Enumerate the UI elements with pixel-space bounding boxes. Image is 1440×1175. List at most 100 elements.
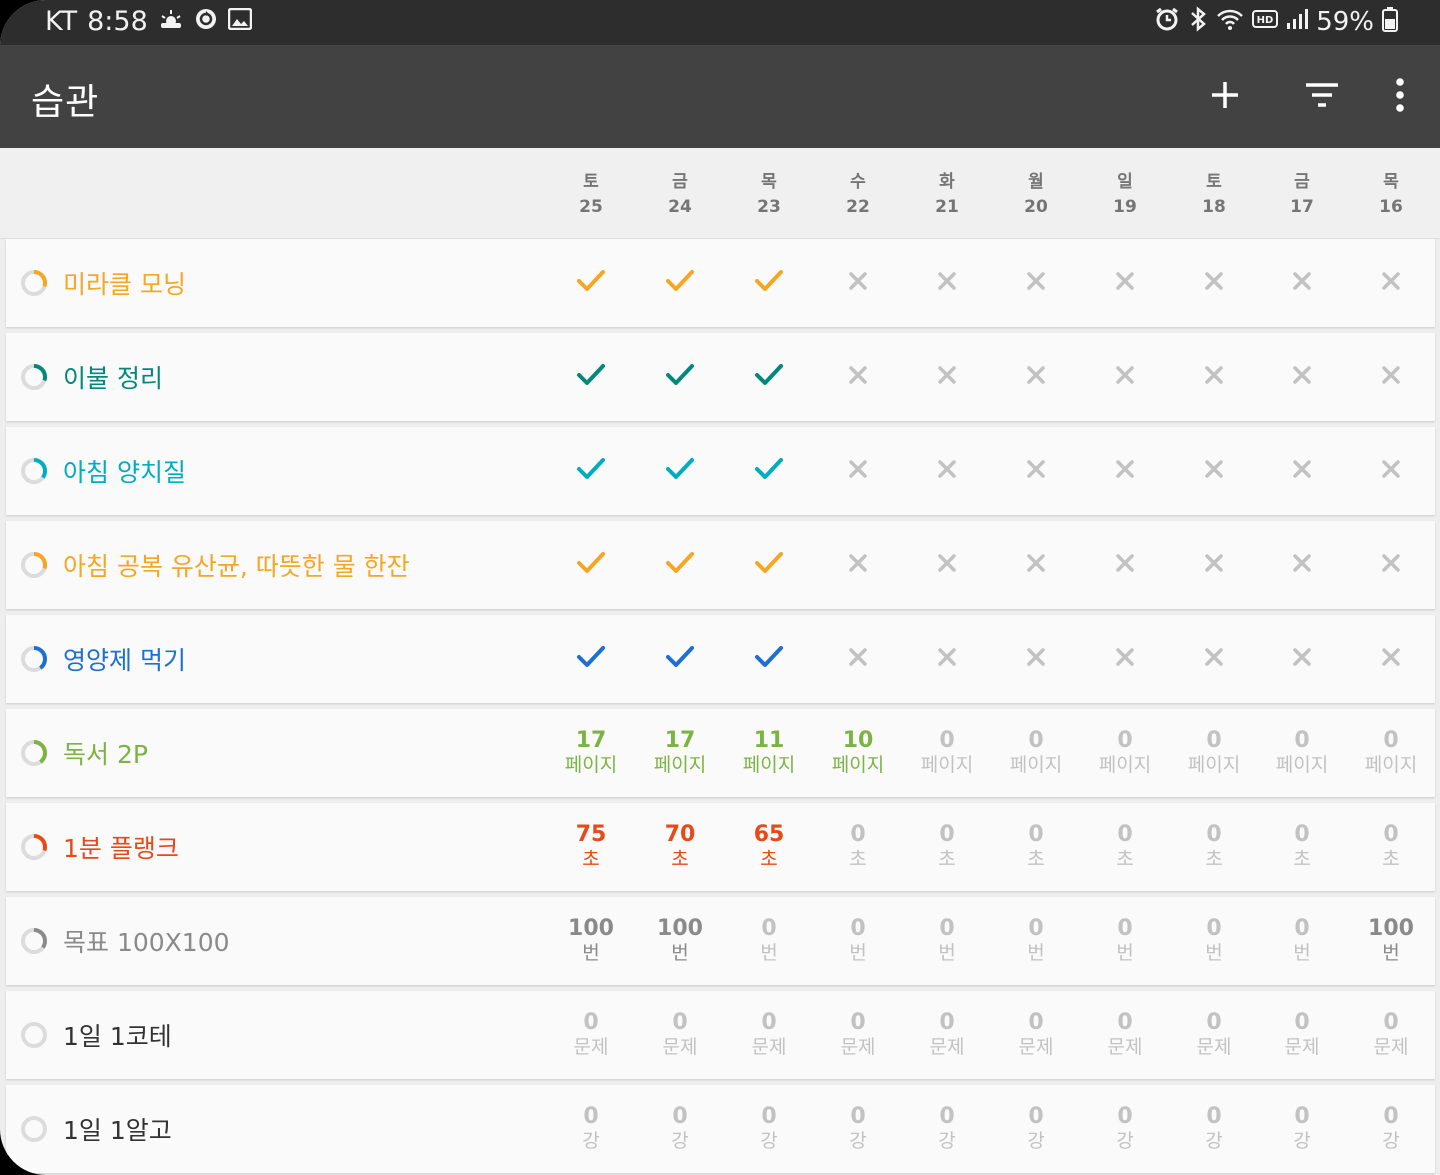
habit-row[interactable]: 목표 100X100 100 번 100 번 0 번 0 번 0 번 0 번 0 번 0 번 0 번 100 번 [6, 897, 1435, 985]
value-cell[interactable]: 0초 [903, 803, 992, 891]
cross-cell[interactable] [1258, 239, 1347, 327]
value-cell[interactable]: 0강 [1258, 1085, 1347, 1173]
habit-name[interactable]: 영양제 먹기 [63, 641, 186, 677]
habit-name[interactable]: 이불 정리 [63, 359, 163, 395]
habit-row[interactable]: 이불 정리 [6, 333, 1435, 421]
value-cell[interactable]: 17 페이지 [636, 709, 725, 797]
value-cell[interactable]: 0번 [1170, 897, 1259, 985]
habit-name[interactable]: 1분 플랭크 [63, 829, 179, 865]
check-cell[interactable] [636, 333, 725, 421]
value-cell[interactable]: 0번 [1258, 897, 1347, 985]
value-cell[interactable]: 0강 [903, 1085, 992, 1173]
cross-cell[interactable] [814, 521, 903, 609]
check-cell[interactable] [725, 427, 814, 515]
habit-row[interactable]: 1일 1알고 0 강 0 강 0 강 0 강 0 강 0 강 0 강 0 강 0 강 0 강 [6, 1085, 1435, 1173]
value-cell[interactable]: 0강 [1081, 1085, 1170, 1173]
filter-button[interactable] [1300, 75, 1344, 119]
value-cell[interactable]: 0번 [992, 897, 1081, 985]
check-cell[interactable] [547, 333, 636, 421]
check-cell[interactable] [547, 427, 636, 515]
value-cell[interactable]: 0 문제 [1347, 991, 1436, 1079]
cross-cell[interactable] [1347, 239, 1436, 327]
check-cell[interactable] [725, 521, 814, 609]
value-cell[interactable]: 0강 [547, 1085, 636, 1173]
value-cell[interactable]: 0 문제 [1170, 991, 1259, 1079]
habit-row[interactable]: 1분 플랭크 75 초 70 초 65 초 0 초 0 초 0 초 0 초 0 초 0 초 0 초 [6, 803, 1435, 891]
value-cell[interactable]: 0 문제 [992, 991, 1081, 1079]
cross-cell[interactable] [1170, 333, 1259, 421]
cross-cell[interactable] [1081, 615, 1170, 703]
cross-cell[interactable] [814, 333, 903, 421]
value-cell[interactable]: 0초 [1081, 803, 1170, 891]
value-cell[interactable]: 0 문제 [636, 991, 725, 1079]
habit-row[interactable]: 아침 공복 유산균, 따뜻한 물 한잔 [6, 521, 1435, 609]
cross-cell[interactable] [903, 239, 992, 327]
value-cell[interactable]: 100 번 [636, 897, 725, 985]
cross-cell[interactable] [1258, 521, 1347, 609]
value-cell[interactable]: 0강 [1170, 1085, 1259, 1173]
habit-row[interactable]: 1일 1코테 0 문제 0 문제 0 문제 0 문제 0 문제 0 문제 0 문제 0 문제 0 문제 0 문제 [6, 991, 1435, 1079]
value-cell[interactable]: 0 문제 [903, 991, 992, 1079]
value-cell[interactable]: 0초 [814, 803, 903, 891]
value-cell[interactable]: 0 문제 [1081, 991, 1170, 1079]
habit-name[interactable]: 1일 1코테 [63, 1017, 172, 1053]
value-cell[interactable]: 0 페이지 [1347, 709, 1436, 797]
check-cell[interactable] [636, 427, 725, 515]
check-cell[interactable] [636, 615, 725, 703]
cross-cell[interactable] [1170, 615, 1259, 703]
cross-cell[interactable] [1258, 615, 1347, 703]
cross-cell[interactable] [1258, 427, 1347, 515]
value-cell[interactable]: 0초 [1258, 803, 1347, 891]
habit-row[interactable]: 영양제 먹기 [6, 615, 1435, 703]
value-cell[interactable]: 75 초 [547, 803, 636, 891]
cross-cell[interactable] [1258, 333, 1347, 421]
add-habit-button[interactable] [1203, 75, 1247, 119]
cross-cell[interactable] [992, 239, 1081, 327]
value-cell[interactable]: 0번 [814, 897, 903, 985]
value-cell[interactable]: 0강 [1347, 1085, 1436, 1173]
value-cell[interactable]: 0번 [1081, 897, 1170, 985]
habit-row[interactable]: 독서 2P 17 페이지 17 페이지 11 페이지 10 페이지 0 페이지 0 페이지 0 페이지 0 페이… [6, 709, 1435, 797]
cross-cell[interactable] [1081, 333, 1170, 421]
cross-cell[interactable] [903, 521, 992, 609]
cross-cell[interactable] [814, 615, 903, 703]
check-cell[interactable] [725, 615, 814, 703]
check-cell[interactable] [547, 615, 636, 703]
value-cell[interactable]: 0 페이지 [992, 709, 1081, 797]
habit-name[interactable]: 아침 양치질 [63, 453, 186, 489]
cross-cell[interactable] [1347, 521, 1436, 609]
check-cell[interactable] [636, 521, 725, 609]
check-cell[interactable] [725, 333, 814, 421]
value-cell[interactable]: 0 페이지 [1170, 709, 1259, 797]
cross-cell[interactable] [992, 615, 1081, 703]
habit-row[interactable]: 미라클 모닝 [6, 239, 1435, 327]
cross-cell[interactable] [1170, 239, 1259, 327]
value-cell[interactable]: 0강 [725, 1085, 814, 1173]
check-cell[interactable] [547, 521, 636, 609]
cross-cell[interactable] [814, 427, 903, 515]
cross-cell[interactable] [1170, 521, 1259, 609]
more-options-button[interactable] [1378, 75, 1422, 119]
habit-name[interactable]: 목표 100X100 [63, 923, 230, 959]
value-cell[interactable]: 0강 [636, 1085, 725, 1173]
value-cell[interactable]: 0초 [1347, 803, 1436, 891]
value-cell[interactable]: 0강 [814, 1085, 903, 1173]
cross-cell[interactable] [1347, 427, 1436, 515]
value-cell[interactable]: 0강 [992, 1085, 1081, 1173]
value-cell[interactable]: 0 문제 [814, 991, 903, 1079]
habit-name[interactable]: 미라클 모닝 [63, 265, 186, 301]
value-cell[interactable]: 100 번 [547, 897, 636, 985]
value-cell[interactable]: 0 페이지 [903, 709, 992, 797]
cross-cell[interactable] [1347, 615, 1436, 703]
value-cell[interactable]: 0 문제 [725, 991, 814, 1079]
value-cell[interactable]: 0 페이지 [1258, 709, 1347, 797]
cross-cell[interactable] [1347, 333, 1436, 421]
cross-cell[interactable] [1081, 427, 1170, 515]
value-cell[interactable]: 100 번 [1347, 897, 1436, 985]
cross-cell[interactable] [1081, 239, 1170, 327]
value-cell[interactable]: 0번 [903, 897, 992, 985]
value-cell[interactable]: 70 초 [636, 803, 725, 891]
habit-row[interactable]: 아침 양치질 [6, 427, 1435, 515]
value-cell[interactable]: 0초 [1170, 803, 1259, 891]
cross-cell[interactable] [814, 239, 903, 327]
